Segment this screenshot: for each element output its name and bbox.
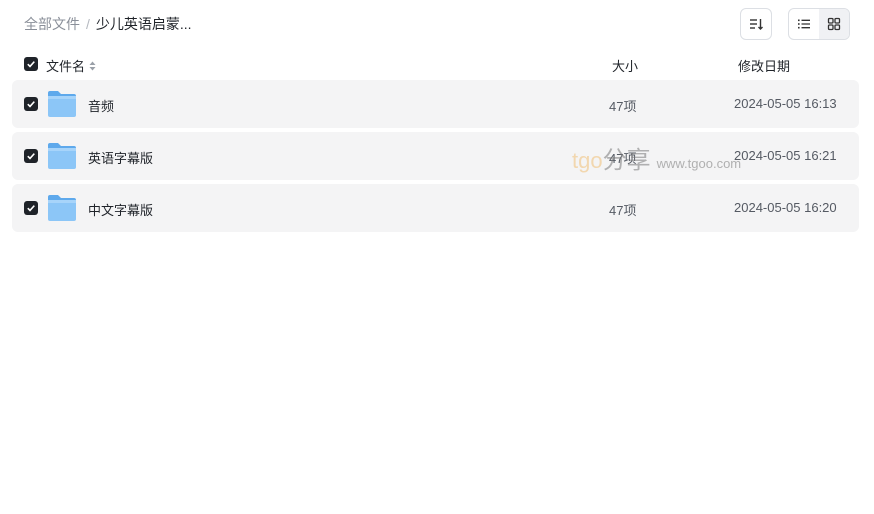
file-list: 音频 47项 2024-05-05 16:13 英语字幕版 47项 2024-0… [12,80,859,236]
folder-icon [48,143,76,169]
row-size: 47项 [609,203,637,218]
view-toggle [788,8,850,40]
row-size: 47项 [609,151,637,166]
sort-button[interactable] [740,8,772,40]
table-row[interactable]: 音频 47项 2024-05-05 16:13 [12,80,859,128]
row-name: 音频 [88,99,115,114]
checkmark-icon [27,205,35,212]
table-header: 文件名 大小 修改日期 [12,52,859,76]
breadcrumb-separator: / [86,16,90,32]
row-name: 英语字幕版 [88,151,154,166]
row-size: 47项 [609,99,637,114]
top-bar: 全部文件 / 少儿英语启蒙... [0,0,874,48]
checkmark-icon [27,153,35,160]
folder-icon [48,195,76,221]
checkmark-icon [27,101,35,108]
row-checkbox[interactable] [24,201,38,215]
select-all-checkbox[interactable] [24,57,38,71]
breadcrumb: 全部文件 / 少儿英语启蒙... [24,15,192,33]
row-checkbox[interactable] [24,97,38,111]
table-row[interactable]: 英语字幕版 47项 2024-05-05 16:21 [12,132,859,180]
row-name: 中文字幕版 [88,203,154,218]
row-date: 2024-05-05 16:21 [734,148,837,163]
grid-view-icon [827,17,841,31]
sort-icon [750,19,763,30]
folder-icon [48,91,76,117]
column-header-name[interactable]: 文件名 [46,56,96,75]
row-date: 2024-05-05 16:13 [734,96,837,111]
checkmark-icon [27,61,35,68]
grid-view-button[interactable] [819,9,849,39]
column-header-date[interactable]: 修改日期 [738,56,790,75]
sort-caret-icon [89,61,96,71]
breadcrumb-root-link[interactable]: 全部文件 [24,15,80,33]
row-date: 2024-05-05 16:20 [734,200,837,215]
list-view-icon [798,19,810,29]
list-view-button[interactable] [789,9,819,39]
column-header-size[interactable]: 大小 [612,56,638,75]
row-checkbox[interactable] [24,149,38,163]
table-row[interactable]: 中文字幕版 47项 2024-05-05 16:20 [12,184,859,232]
column-header-name-label: 文件名 [46,59,86,74]
breadcrumb-current: 少儿英语启蒙... [95,16,192,32]
